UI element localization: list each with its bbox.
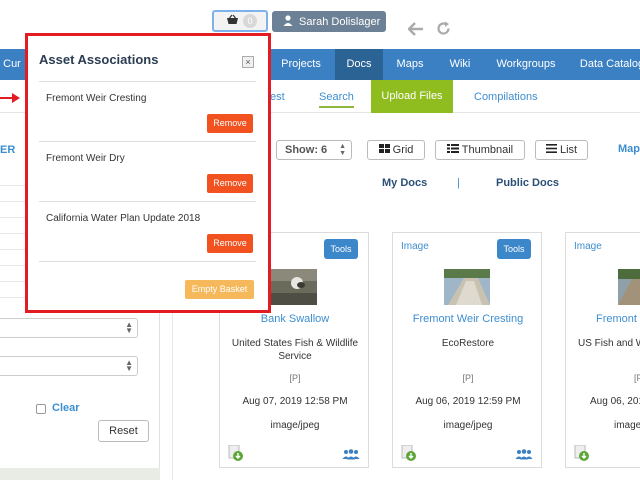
card-date: Aug 06, 2019 (590, 396, 640, 407)
nav-item-docs[interactable]: Docs (335, 49, 383, 80)
card-source: United States Fish & Wildlife Service (231, 338, 359, 362)
panel-title: Asset Associations (39, 52, 159, 67)
card-mime-type: image/jpeg (270, 420, 320, 431)
docs-tab-separator: | (457, 177, 460, 189)
grid-view-button[interactable]: Grid (367, 140, 425, 160)
card-title[interactable]: Fremont Weir Cresting (393, 313, 543, 325)
card-date: Aug 07, 2019 12:58 PM (242, 396, 348, 407)
card-tools-button[interactable]: Tools (497, 239, 531, 259)
list-label: List (559, 144, 578, 156)
doc-card[interactable]: Image Fremont US Fish and W [P Aug 06, 2… (565, 232, 640, 468)
association-name: Fremont Weir Dry (46, 153, 125, 164)
card-tools-button[interactable]: Tools (324, 239, 358, 259)
show-count-select[interactable]: Show: 6 ▲ ▼ (276, 140, 352, 160)
download-icon[interactable] (228, 444, 244, 466)
history-controls (407, 20, 451, 41)
card-mime-type: image (614, 420, 640, 431)
card-mime-type: image/jpeg (443, 420, 493, 431)
remove-association-button[interactable]: Remove (207, 234, 253, 253)
card-source: US Fish and W (578, 338, 640, 349)
card-date: Aug 06, 2019 12:59 PM (415, 396, 521, 407)
subnav-compilations[interactable]: Compilations (474, 91, 538, 103)
nav-item-projects[interactable]: Projects (268, 49, 334, 80)
download-icon[interactable] (574, 444, 590, 466)
close-icon[interactable]: × (242, 56, 254, 68)
map-view-link[interactable]: Map (618, 143, 640, 155)
card-visibility: [P (634, 373, 640, 383)
subnav-partial-link[interactable]: est (270, 91, 285, 103)
doc-card[interactable]: Image Tools Fremont Weir Cresting EcoRes… (392, 232, 542, 468)
list-view-button[interactable]: List (535, 140, 588, 160)
basket-icon (226, 12, 239, 30)
card-title[interactable]: Bank Swallow (220, 313, 370, 325)
download-icon[interactable] (401, 444, 417, 466)
nav-item-wiki[interactable]: Wiki (436, 49, 484, 80)
card-source: EcoRestore (441, 338, 495, 349)
clear-link[interactable]: Clear (52, 402, 80, 414)
thumbnail-view-button[interactable]: Thumbnail (435, 140, 525, 160)
share-group-icon[interactable] (342, 447, 360, 465)
nav-item-cur[interactable]: Cur (0, 49, 24, 80)
remove-association-button[interactable]: Remove (207, 174, 253, 193)
grid-label: Grid (392, 144, 414, 156)
asset-associations-panel: Asset Associations × Fremont Weir Cresti… (25, 33, 271, 313)
card-type-label: Image (574, 241, 602, 252)
remove-association-button[interactable]: Remove (207, 114, 253, 133)
divider (39, 141, 256, 142)
reset-button[interactable]: Reset (98, 420, 149, 442)
nav-item-data-catalog[interactable]: Data Catalog (572, 49, 640, 80)
thumbnail-label: Thumbnail (461, 144, 514, 156)
thumbnail-icon (446, 144, 462, 156)
user-menu-button[interactable]: Sarah Dolislager (272, 11, 386, 32)
filter-select-1[interactable]: ▲ ▼ (0, 318, 138, 338)
user-name: Sarah Dolislager (299, 15, 381, 28)
red-arrow-icon (0, 91, 22, 109)
card-thumbnail[interactable] (618, 269, 640, 305)
upload-files-button[interactable]: Upload Files (371, 80, 453, 113)
card-type-label: Image (401, 241, 429, 252)
list-icon (545, 144, 560, 156)
association-name: Fremont Weir Cresting (46, 93, 147, 104)
card-thumbnail[interactable] (271, 269, 317, 305)
divider (39, 201, 256, 202)
card-visibility: [P] (462, 373, 474, 383)
card-title[interactable]: Fremont (596, 313, 637, 325)
back-arrow-icon[interactable] (407, 20, 424, 41)
select-caret-icon: ▲ ▼ (339, 143, 346, 157)
nav-item-maps[interactable]: Maps (386, 49, 434, 80)
divider (39, 261, 256, 262)
select-caret-icon: ▲ ▼ (125, 358, 133, 373)
filter-title: ER (0, 144, 16, 156)
basket-button[interactable]: 0 (212, 10, 268, 32)
basket-count-badge: 0 (243, 14, 257, 28)
grid-icon (378, 144, 393, 156)
public-docs-tab[interactable]: Public Docs (496, 177, 559, 189)
map-preview-strip (0, 468, 160, 480)
user-icon (283, 14, 293, 29)
empty-basket-button[interactable]: Empty Basket (185, 280, 254, 299)
card-thumbnail[interactable] (444, 269, 490, 305)
subnav-search[interactable]: Search (319, 91, 354, 108)
refresh-icon[interactable] (436, 20, 451, 41)
card-visibility: [P] (289, 373, 301, 383)
filter-select-2[interactable]: ▲ ▼ (0, 356, 138, 376)
my-docs-tab[interactable]: My Docs (382, 177, 427, 189)
show-count-label: Show: 6 (285, 144, 328, 156)
clear-checkbox[interactable] (36, 404, 46, 414)
select-caret-icon: ▲ ▼ (125, 320, 133, 335)
share-group-icon[interactable] (515, 447, 533, 465)
nav-item-workgroups[interactable]: Workgroups (486, 49, 566, 80)
association-name: California Water Plan Update 2018 (46, 213, 201, 224)
divider (39, 81, 256, 82)
